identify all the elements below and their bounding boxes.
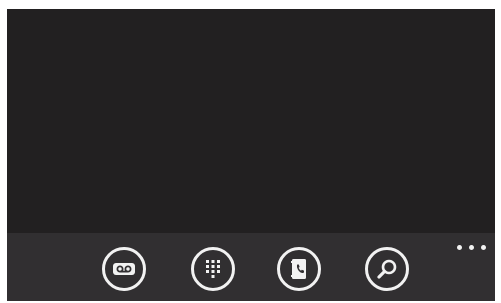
keypad-icon [206, 260, 220, 278]
phone-screen [7, 9, 495, 301]
more-dot [457, 245, 462, 250]
phonebook-button[interactable] [277, 247, 321, 291]
phonebook-icon [291, 259, 306, 279]
voicemail-icon [113, 263, 135, 275]
keypad-button[interactable] [191, 247, 235, 291]
more-options-icon[interactable] [457, 243, 487, 253]
more-dot [469, 245, 474, 250]
more-dot [481, 245, 486, 250]
search-button[interactable] [365, 247, 409, 291]
content-area [7, 9, 495, 233]
voicemail-button[interactable] [102, 247, 146, 291]
search-icon [377, 259, 397, 279]
app-bar [7, 233, 495, 301]
